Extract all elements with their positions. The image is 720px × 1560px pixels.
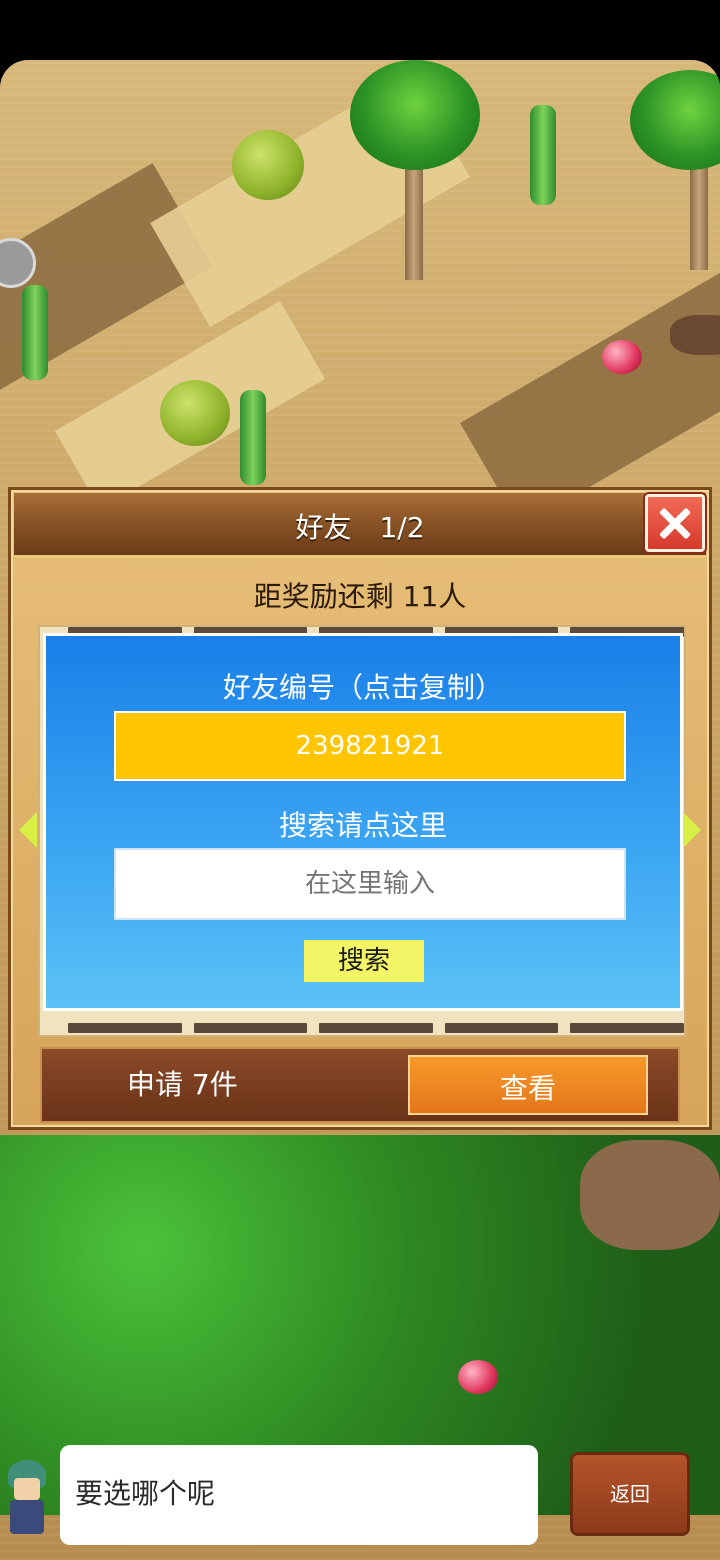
search-input[interactable] [114,848,626,920]
avatar-face [14,1478,40,1500]
view-button[interactable]: 查看 [408,1055,648,1115]
friend-search-panel: 好友编号（点击复制） 239821921 搜索请点这里 搜索 [43,633,683,1011]
arrow-right-icon[interactable] [683,812,701,848]
friend-id-label[interactable]: 好友编号（点击复制） [46,666,680,706]
friend-dialog: 好友 1/2 距奖励还剩 11人 好友编号（点击复制） 239821921 搜索… [8,487,712,1130]
cactus [240,390,266,485]
character-avatar [2,1456,52,1536]
friend-id-copy-box[interactable]: 239821921 [114,711,626,781]
rock-spikes [580,1140,720,1250]
red-gem [602,340,642,374]
dialog-header: 好友 1/2 [14,493,706,558]
palm-tree [630,70,720,170]
bush [160,380,230,446]
bush [232,130,304,200]
application-bar: 申请 7件 查看 [40,1047,680,1123]
status-bar [0,0,720,60]
slot-row-bottom [68,1023,684,1033]
speech-bubble: 要选哪个呢 [60,1445,538,1545]
search-label: 搜索请点这里 [278,809,447,842]
reward-progress-text: 距奖励还剩 11人 [253,580,467,613]
application-count: 申请 7件 [127,1068,238,1101]
arrow-left-icon[interactable] [19,812,37,848]
search-button[interactable]: 搜索 [304,940,424,982]
red-gem [458,1360,498,1394]
back-button[interactable]: 返回 [570,1452,690,1536]
close-icon[interactable] [645,494,705,552]
palm-tree [350,60,480,170]
dialog-title: 好友 1/2 [295,511,425,544]
cactus [22,285,48,380]
rock [670,315,720,355]
avatar-body [10,1500,44,1534]
cactus [530,105,556,205]
